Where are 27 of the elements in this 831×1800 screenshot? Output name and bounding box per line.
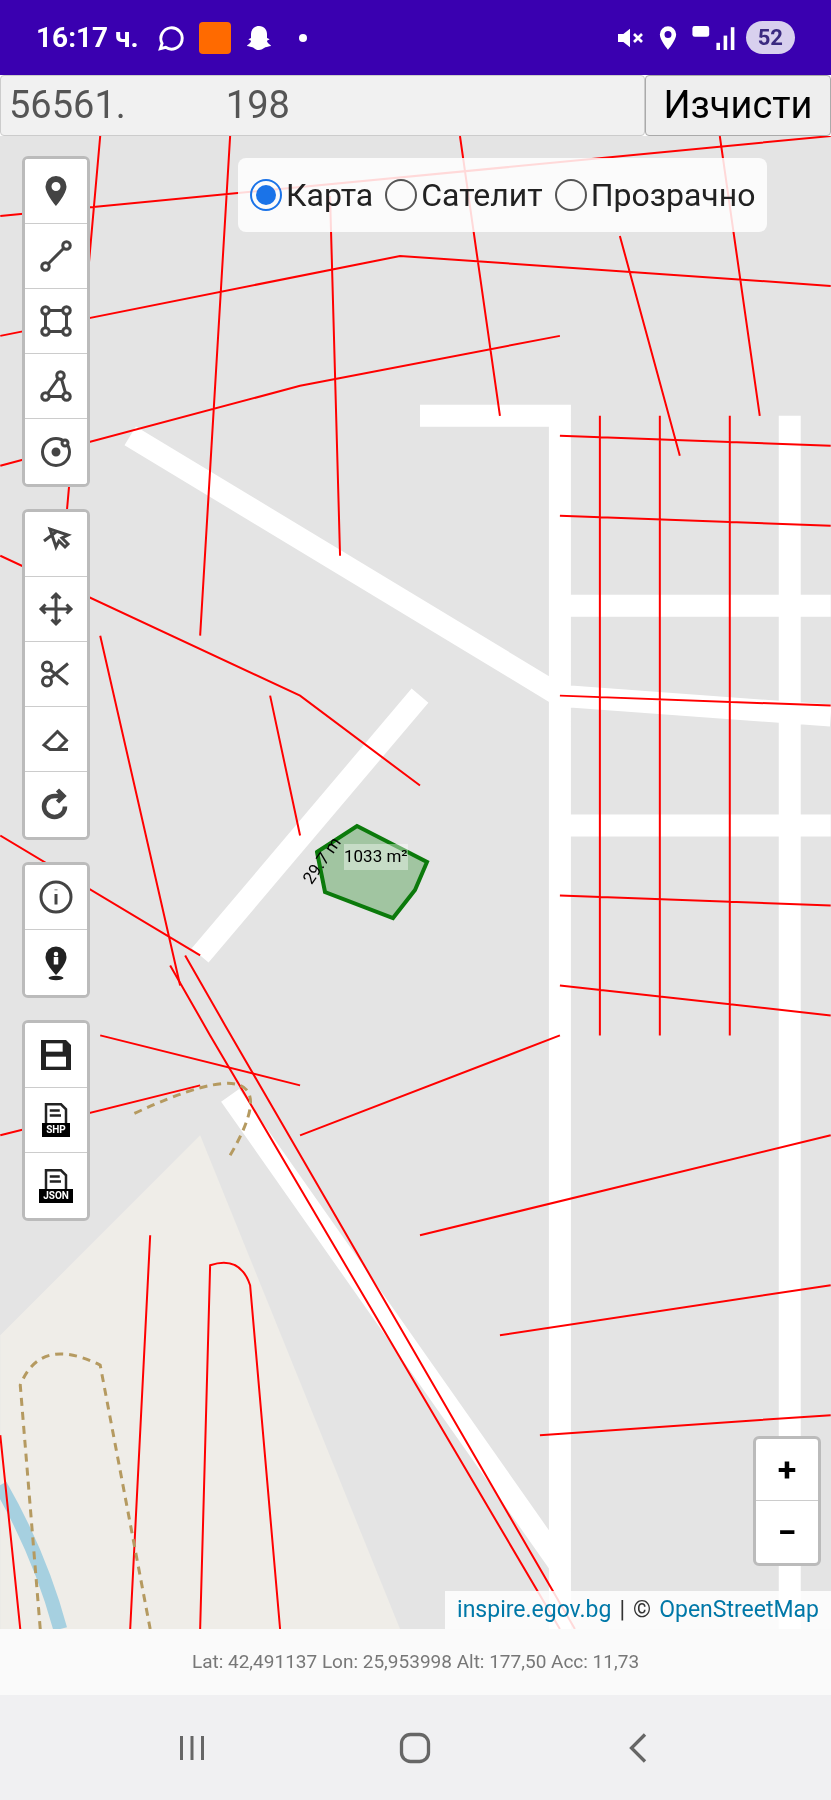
clear-button[interactable]: Изчисти [645,75,831,136]
shop-app-icon [198,21,231,54]
file-type-label: SHP [42,1123,70,1137]
separator-text: | [619,1594,626,1625]
marker-tool-button[interactable] [25,159,87,224]
file-type-label: JSON [39,1188,73,1203]
coordinates-text: Lat: 42,491137 Lon: 25,953998 Alt: 177,50 Acc: 11,73 [191,1648,640,1675]
move-icon [38,591,74,627]
search-field[interactable]: 56561. 198 [0,75,645,136]
line-icon [38,238,74,274]
edit-tool-button[interactable] [25,512,87,577]
map-type-radio[interactable]: Карта [250,171,374,219]
info-button[interactable] [25,865,87,930]
source-link[interactable]: inspire.egov.bg [457,1592,612,1627]
area-label: 1033 m² [344,844,408,870]
clock-text: 16:17 ч. [36,19,139,56]
rectangle-icon [38,303,74,339]
triangle-icon [38,368,74,404]
osm-link[interactable]: OpenStreetMap [659,1592,819,1627]
info-icon [38,879,74,915]
battery-indicator: 52 [745,21,795,54]
save-button[interactable] [25,1023,87,1088]
map-type-radio[interactable]: Прозрачно [554,171,756,219]
zoom-out-button[interactable]: − [756,1501,818,1563]
map-type-radio[interactable]: Сателит [385,171,543,219]
zoom-in-button[interactable]: + [756,1439,818,1501]
copyright-text: © [633,1594,652,1625]
